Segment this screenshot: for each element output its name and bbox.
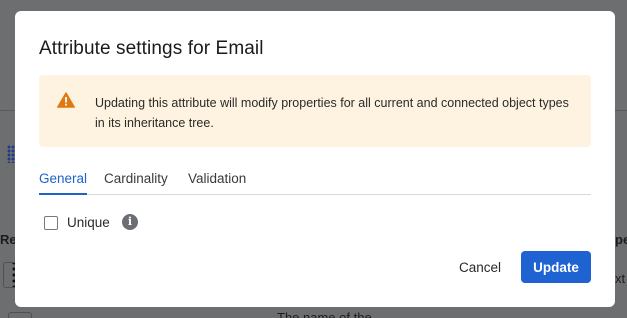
- tab-cardinality[interactable]: Cardinality: [104, 171, 168, 194]
- warning-alert: Updating this attribute will modify prop…: [39, 75, 591, 147]
- app-stage: Re pe xt The name of the Attribute setti…: [0, 0, 627, 318]
- warning-alert-text: Updating this attribute will modify prop…: [95, 96, 569, 130]
- update-button[interactable]: Update: [521, 251, 591, 283]
- background-cell-description: The name of the: [277, 310, 372, 318]
- tab-general[interactable]: General: [39, 171, 88, 195]
- background-cell-right: xt: [615, 271, 626, 286]
- attribute-settings-dialog: Attribute settings for Email Updating th…: [15, 11, 615, 307]
- tab-validation[interactable]: Validation: [188, 171, 246, 194]
- unique-checkbox[interactable]: [44, 216, 58, 230]
- settings-tabs: General Cardinality Validation: [39, 169, 591, 195]
- dialog-title: Attribute settings for Email: [39, 38, 264, 59]
- warning-triangle-icon: [57, 92, 75, 108]
- background-row-button: [8, 312, 32, 318]
- drag-handle-icon: [7, 145, 15, 163]
- background-column-header-right: pe: [615, 232, 627, 247]
- unique-checkbox-label[interactable]: Unique: [67, 215, 110, 230]
- cancel-button[interactable]: Cancel: [445, 251, 515, 283]
- info-icon[interactable]: i: [122, 214, 138, 230]
